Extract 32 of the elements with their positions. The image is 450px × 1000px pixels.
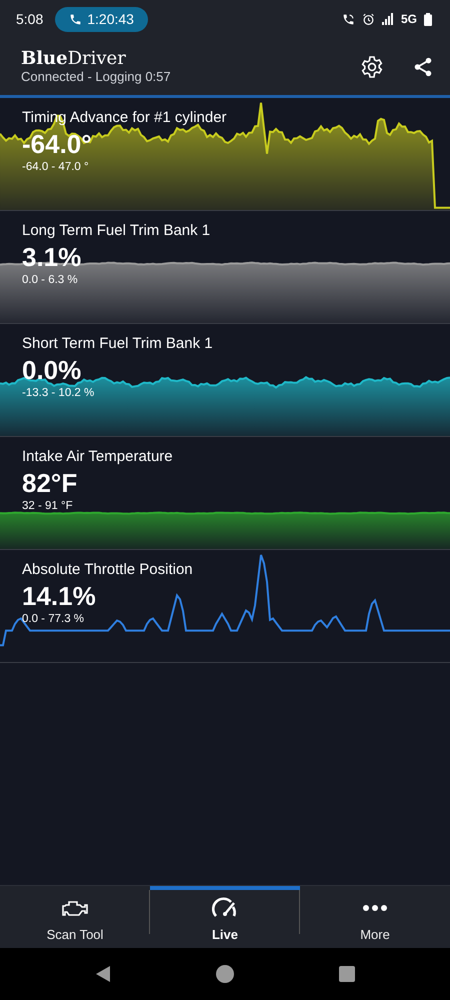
call-chip[interactable]: 1:20:43	[55, 6, 148, 32]
sensor-value: -64.0°	[22, 128, 92, 160]
nav-tab[interactable]: Scan Tool	[0, 886, 150, 948]
settings-icon[interactable]	[360, 54, 384, 78]
battery-icon	[424, 12, 432, 26]
engine-icon	[62, 899, 88, 917]
sensor-value: 0.0%	[22, 354, 82, 386]
app-logo: BlueDriver	[21, 49, 127, 69]
sensor-name: Intake Air Temperature	[22, 447, 173, 466]
sensor-name: Absolute Throttle Position	[22, 560, 193, 579]
sensor-range: -64.0 - 47.0 °	[22, 160, 89, 174]
phone-icon	[69, 12, 82, 26]
alarm-icon	[362, 12, 375, 26]
signal-icon	[382, 13, 394, 25]
sensor-range: 0.0 - 77.3 %	[22, 612, 84, 626]
sensor-range: 32 - 91 °F	[22, 499, 73, 513]
sensor-range: 0.0 - 6.3 %	[22, 273, 78, 287]
nav-tab[interactable]: More	[300, 886, 450, 948]
wifi-call-icon	[342, 12, 355, 26]
more-icon	[362, 904, 388, 912]
sensor-name: Long Term Fuel Trim Bank 1	[22, 221, 210, 240]
sensor-value: 14.1%	[22, 580, 96, 612]
share-icon[interactable]	[412, 56, 434, 78]
sensor-value: 82°F	[22, 467, 78, 499]
network-type: 5G	[400, 12, 417, 26]
sensor-range: -13.3 - 10.2 %	[22, 386, 94, 400]
back-icon[interactable]	[95, 965, 111, 983]
connection-status: Connected - Logging 0:57	[21, 69, 171, 84]
home-icon[interactable]	[216, 965, 234, 983]
sensor-name: Short Term Fuel Trim Bank 1	[22, 334, 213, 353]
clock: 5:08	[16, 11, 44, 27]
gauge-icon	[212, 897, 238, 919]
